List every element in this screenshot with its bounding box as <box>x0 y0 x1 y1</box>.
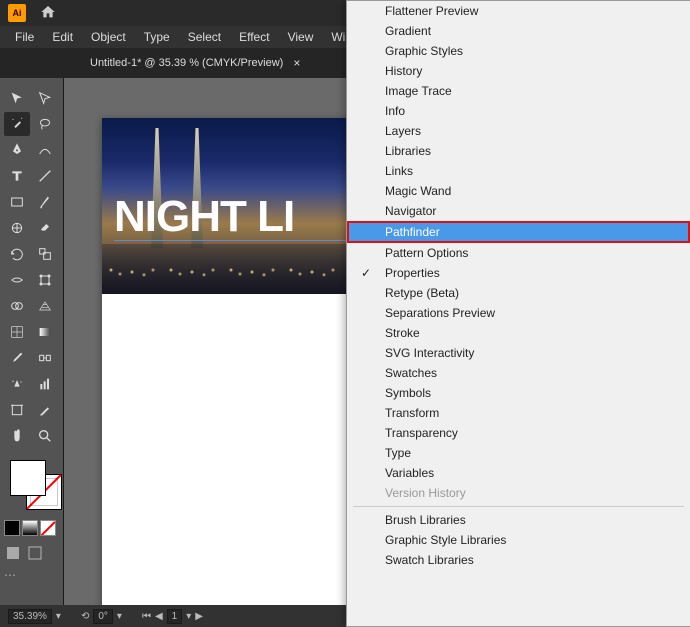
color-mode-swatches <box>4 520 59 536</box>
menu-edit[interactable]: Edit <box>43 27 82 47</box>
rectangle-tool-icon[interactable] <box>4 190 30 214</box>
window-menu-item-variables[interactable]: Variables <box>347 463 690 483</box>
window-menu-item-magic-wand[interactable]: Magic Wand <box>347 181 690 201</box>
window-menu-dropdown: Flattener PreviewGradientGraphic StylesH… <box>346 0 690 627</box>
direct-selection-tool-icon[interactable] <box>32 86 58 110</box>
chevron-down-icon[interactable]: ▾ <box>117 611 122 622</box>
document-tab[interactable]: Untitled-1* @ 35.39 % (CMYK/Preview) × <box>80 50 310 76</box>
color-swatch-area <box>4 458 59 514</box>
type-tool-icon[interactable] <box>4 164 30 188</box>
artboard: NIGHT LI <box>102 118 367 618</box>
window-menu-item-separations-preview[interactable]: Separations Preview <box>347 303 690 323</box>
window-menu-item-swatch-libraries[interactable]: Swatch Libraries <box>347 550 690 570</box>
shaper-tool-icon[interactable] <box>4 216 30 240</box>
mesh-tool-icon[interactable] <box>4 320 30 344</box>
window-menu-item-symbols[interactable]: Symbols <box>347 383 690 403</box>
graph-tool-icon[interactable] <box>32 372 58 396</box>
window-menu-item-gradient[interactable]: Gradient <box>347 21 690 41</box>
curvature-tool-icon[interactable] <box>32 138 58 162</box>
window-menu-item-layers[interactable]: Layers <box>347 121 690 141</box>
edit-toolbar-icon[interactable]: ⋯ <box>4 568 16 582</box>
window-menu-item-image-trace[interactable]: Image Trace <box>347 81 690 101</box>
window-menu-item-links[interactable]: Links <box>347 161 690 181</box>
menu-type[interactable]: Type <box>135 27 179 47</box>
gradient-tool-icon[interactable] <box>32 320 58 344</box>
artboard-nav-prev-icon[interactable]: ◀ <box>155 611 163 622</box>
free-transform-tool-icon[interactable] <box>32 268 58 292</box>
fill-swatch[interactable] <box>10 460 46 496</box>
artboard-nav-first-icon[interactable]: ⏮ <box>142 611 151 622</box>
paintbrush-tool-icon[interactable] <box>32 190 58 214</box>
window-menu-item-transparency[interactable]: Transparency <box>347 423 690 443</box>
menu-view[interactable]: View <box>279 27 323 47</box>
artboard-number[interactable]: 1 <box>167 609 183 624</box>
line-tool-icon[interactable] <box>32 164 58 188</box>
zoom-tool-icon[interactable] <box>32 424 58 448</box>
shape-builder-tool-icon[interactable] <box>4 294 30 318</box>
window-menu-item-history[interactable]: History <box>347 61 690 81</box>
window-menu-item-type[interactable]: Type <box>347 443 690 463</box>
window-menu-item-navigator[interactable]: Navigator <box>347 201 690 221</box>
menu-effect[interactable]: Effect <box>230 27 278 47</box>
rotate-tool-icon[interactable] <box>4 242 30 266</box>
window-menu-item-version-history: Version History <box>347 483 690 503</box>
menu-file[interactable]: File <box>6 27 43 47</box>
artboard-tool-icon[interactable] <box>4 398 30 422</box>
artboard-nav-next-icon[interactable]: ▶ <box>195 611 203 622</box>
home-icon[interactable] <box>40 4 56 23</box>
window-menu-item-transform[interactable]: Transform <box>347 403 690 423</box>
window-menu-item-info[interactable]: Info <box>347 101 690 121</box>
menu-object[interactable]: Object <box>82 27 135 47</box>
color-mode-black[interactable] <box>4 520 20 536</box>
window-menu-item-flattener-preview[interactable]: Flattener Preview <box>347 1 690 21</box>
toolbox: ⋯ <box>0 78 64 627</box>
color-mode-gradient[interactable] <box>22 520 38 536</box>
pen-tool-icon[interactable] <box>4 138 30 162</box>
hand-tool-icon[interactable] <box>4 424 30 448</box>
eyedropper-tool-icon[interactable] <box>4 346 30 370</box>
screen-mode-icons <box>4 544 59 562</box>
chevron-down-icon[interactable]: ▾ <box>56 611 61 622</box>
eraser-tool-icon[interactable] <box>32 216 58 240</box>
perspective-grid-tool-icon[interactable] <box>32 294 58 318</box>
slice-tool-icon[interactable] <box>32 398 58 422</box>
window-menu-item-svg-interactivity[interactable]: SVG Interactivity <box>347 343 690 363</box>
window-menu-item-graphic-style-libraries[interactable]: Graphic Style Libraries <box>347 530 690 550</box>
selection-tool-icon[interactable] <box>4 86 30 110</box>
magic-wand-tool-icon[interactable] <box>4 112 30 136</box>
menu-select[interactable]: Select <box>179 27 230 47</box>
text-object[interactable]: NIGHT LI <box>114 192 294 242</box>
app-logo-icon: Ai <box>8 4 26 22</box>
zoom-level[interactable]: 35.39% <box>8 609 52 624</box>
color-mode-none[interactable] <box>40 520 56 536</box>
window-menu-item-swatches[interactable]: Swatches <box>347 363 690 383</box>
chevron-down-icon[interactable]: ▾ <box>186 611 191 622</box>
window-menu-item-brush-libraries[interactable]: Brush Libraries <box>347 510 690 530</box>
window-menu-item-pathfinder[interactable]: Pathfinder <box>347 221 690 243</box>
screen-mode-icon[interactable] <box>26 544 44 562</box>
tab-title: Untitled-1* @ 35.39 % (CMYK/Preview) <box>90 57 283 69</box>
menu-separator <box>353 506 684 507</box>
lasso-tool-icon[interactable] <box>32 112 58 136</box>
width-tool-icon[interactable] <box>4 268 30 292</box>
window-menu-item-properties[interactable]: Properties <box>347 263 690 283</box>
window-menu-item-stroke[interactable]: Stroke <box>347 323 690 343</box>
window-menu-item-graphic-styles[interactable]: Graphic Styles <box>347 41 690 61</box>
scale-tool-icon[interactable] <box>32 242 58 266</box>
window-menu-item-retype-beta-[interactable]: Retype (Beta) <box>347 283 690 303</box>
rotate-value[interactable]: 0° <box>93 609 113 624</box>
symbol-sprayer-tool-icon[interactable] <box>4 372 30 396</box>
placed-image[interactable]: NIGHT LI <box>102 118 367 294</box>
draw-mode-icon[interactable] <box>4 544 22 562</box>
window-menu-item-libraries[interactable]: Libraries <box>347 141 690 161</box>
window-menu-item-pattern-options[interactable]: Pattern Options <box>347 243 690 263</box>
blend-tool-icon[interactable] <box>32 346 58 370</box>
rotate-icon: ⟲ <box>81 611 89 622</box>
tab-close-icon[interactable]: × <box>293 56 300 70</box>
